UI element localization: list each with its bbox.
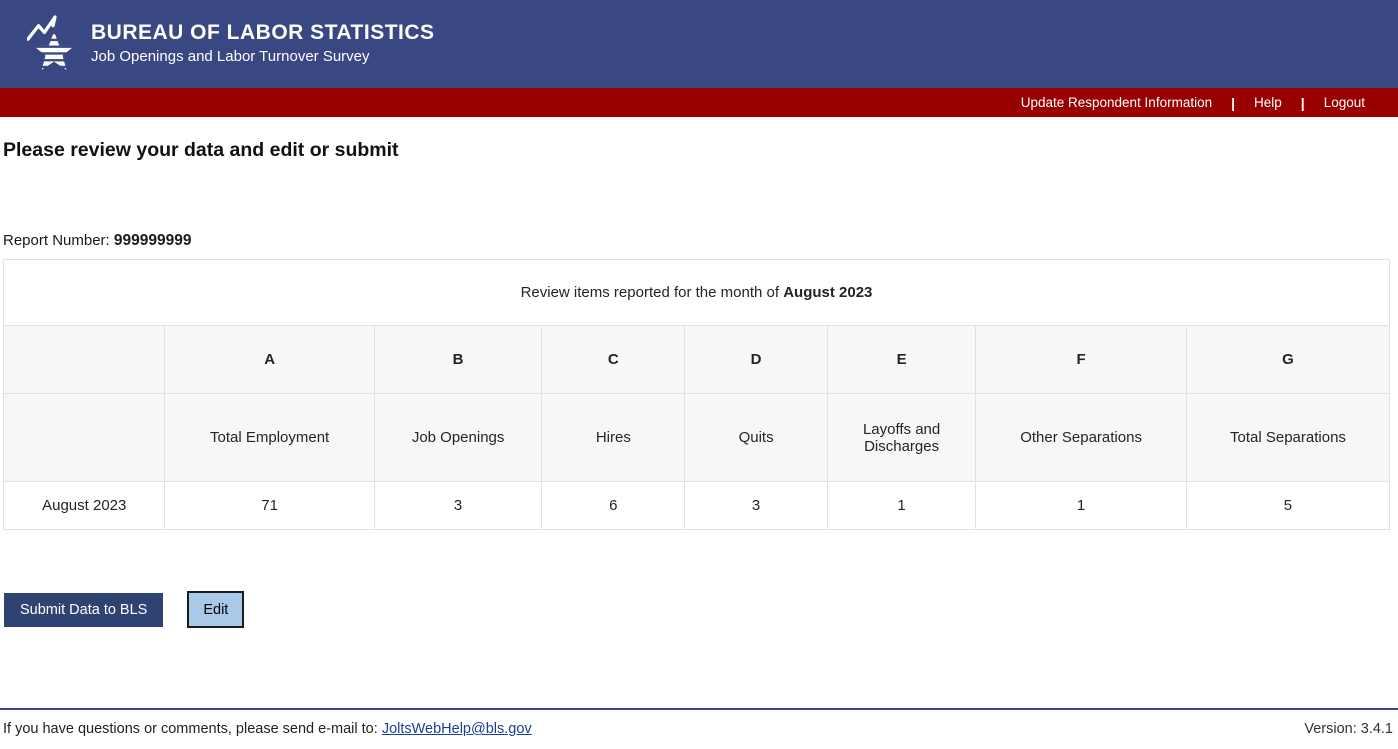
app-subtitle: Job Openings and Labor Turnover Survey [91,47,435,67]
column-letter: F [976,326,1187,394]
report-number-line: Report Number: 999999999 [3,232,1390,250]
column-header-other-separations: Other Separations [976,394,1187,482]
column-header-quits: Quits [685,394,828,482]
cell-job-openings: 3 [374,482,542,530]
nav-logout[interactable]: Logout [1324,95,1365,110]
column-header-job-openings: Job Openings [374,394,542,482]
corner-cell [4,394,165,482]
cell-hires: 6 [542,482,685,530]
review-table: Review items reported for the month of A… [3,259,1390,530]
column-letters-row: A B C D E F G [4,326,1390,394]
report-number-value: 999999999 [114,232,192,249]
footer-help-label: If you have questions or comments, pleas… [3,721,382,737]
edit-button[interactable]: Edit [187,591,244,628]
column-letter: C [542,326,685,394]
column-letter: B [374,326,542,394]
column-header-hires: Hires [542,394,685,482]
corner-cell [4,326,165,394]
app-title: BUREAU OF LABOR STATISTICS [91,21,435,45]
cell-quits: 3 [685,482,828,530]
column-letter: A [165,326,374,394]
column-header-total-separations: Total Separations [1186,394,1389,482]
email-link[interactable]: JoltsWebHelp@bls.gov [382,721,532,737]
column-letter: D [685,326,828,394]
nav-help[interactable]: Help [1254,95,1282,110]
cell-other-separations: 1 [976,482,1187,530]
table-caption-row: Review items reported for the month of A… [4,260,1390,326]
nav-update-respondent-information[interactable]: Update Respondent Information [1021,95,1212,110]
column-letter: E [827,326,975,394]
top-nav: Update Respondent Information | Help | L… [0,88,1398,117]
submit-data-button[interactable]: Submit Data to BLS [4,593,163,627]
row-label: August 2023 [4,482,165,530]
cell-total-employment: 71 [165,482,374,530]
table-row: August 2023 71 3 6 3 1 1 5 [4,482,1390,530]
cell-total-separations: 5 [1186,482,1389,530]
app-header: BUREAU OF LABOR STATISTICS Job Openings … [0,0,1398,88]
column-letter: G [1186,326,1389,394]
table-caption-month: August 2023 [783,284,872,301]
nav-separator: | [1301,95,1305,111]
table-caption-text: Review items reported for the month of [521,284,784,301]
cell-layoffs-discharges: 1 [827,482,975,530]
page-footer: If you have questions or comments, pleas… [0,708,1398,749]
page-title: Please review your data and edit or subm… [3,139,1390,162]
column-names-row: Total Employment Job Openings Hires Quit… [4,394,1390,482]
action-buttons: Submit Data to BLS Edit [3,591,1390,628]
nav-separator: | [1231,95,1235,111]
column-header-layoffs-discharges: Layoffs and Discharges [827,394,975,482]
table-caption: Review items reported for the month of A… [4,260,1390,326]
column-header-total-employment: Total Employment [165,394,374,482]
version-label: Version: 3.4.1 [1304,721,1393,737]
bls-logo-icon [27,13,83,75]
report-number-label: Report Number: [3,232,114,249]
footer-help-text: If you have questions or comments, pleas… [3,721,532,737]
main-content: Please review your data and edit or subm… [0,117,1398,708]
